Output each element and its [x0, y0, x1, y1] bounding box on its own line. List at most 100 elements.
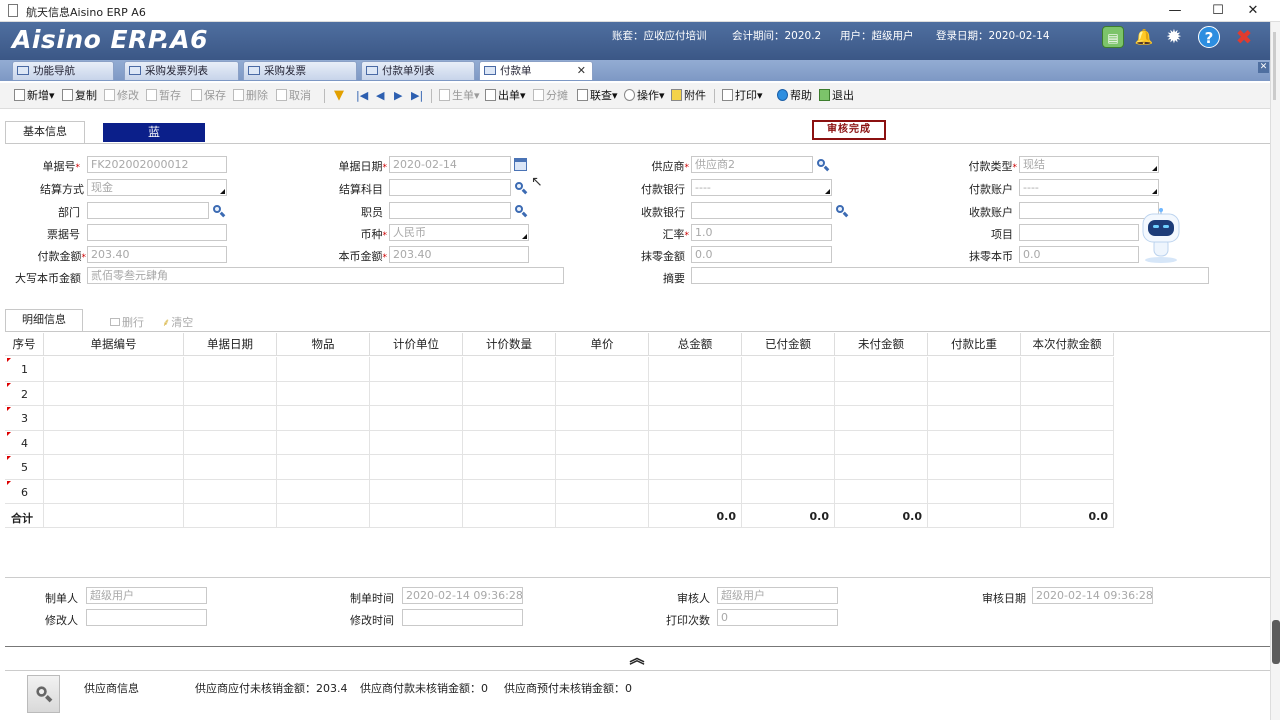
- make-time-field[interactable]: 2020-02-14 09:36:28: [402, 587, 523, 604]
- grid-cell[interactable]: [742, 455, 835, 480]
- grid-cell[interactable]: [556, 430, 649, 455]
- grid-cell[interactable]: [742, 479, 835, 504]
- grid-cell[interactable]: [184, 455, 277, 480]
- round-amount-field[interactable]: 0.0: [691, 246, 832, 263]
- grid-cell[interactable]: [556, 479, 649, 504]
- pay-amount-field[interactable]: 203.40: [87, 246, 227, 263]
- grid-cell[interactable]: [44, 430, 184, 455]
- column-header[interactable]: 总金额: [649, 333, 742, 356]
- column-header[interactable]: 未付金额: [835, 333, 928, 356]
- tab-basic-info[interactable]: 基本信息: [5, 121, 85, 143]
- next-record-icon[interactable]: ▶: [394, 87, 402, 105]
- bell-icon[interactable]: 🔔: [1133, 26, 1155, 48]
- filter-icon[interactable]: ▼: [334, 87, 344, 105]
- pay-type-select[interactable]: 现结: [1019, 156, 1159, 173]
- grid-cell[interactable]: [649, 430, 742, 455]
- grid-cell[interactable]: [370, 357, 463, 382]
- grid-cell[interactable]: [277, 406, 370, 431]
- grid-cell[interactable]: [928, 479, 1021, 504]
- tab-payment-list[interactable]: 付款单列表: [361, 61, 475, 80]
- grid-cell[interactable]: [556, 455, 649, 480]
- close-all-tabs-icon[interactable]: ✕: [1258, 62, 1269, 73]
- column-header[interactable]: 本次付款金额: [1021, 333, 1114, 356]
- grid-cell[interactable]: [1021, 479, 1114, 504]
- close-tab-icon[interactable]: ✕: [577, 62, 586, 80]
- modify-time-field[interactable]: [402, 609, 523, 626]
- delete-button[interactable]: 删除: [233, 87, 268, 105]
- summary-field[interactable]: [691, 267, 1209, 284]
- round-local-field[interactable]: 0.0: [1019, 246, 1139, 263]
- grid-cell[interactable]: [370, 406, 463, 431]
- minimize-button[interactable]: —: [1160, 2, 1190, 20]
- grid-cell[interactable]: [463, 479, 556, 504]
- grid-cell[interactable]: [649, 381, 742, 406]
- exit-button[interactable]: 退出: [819, 87, 854, 105]
- assistant-robot-icon[interactable]: [1138, 208, 1184, 264]
- grid-cell[interactable]: [556, 381, 649, 406]
- grid-cell[interactable]: [1021, 381, 1114, 406]
- grid-cell[interactable]: [556, 357, 649, 382]
- grid-cell[interactable]: [44, 455, 184, 480]
- settle-method-select[interactable]: 现金: [87, 179, 227, 196]
- column-header[interactable]: 单据编号: [44, 333, 184, 356]
- grid-cell[interactable]: [835, 430, 928, 455]
- grid-cell[interactable]: [184, 479, 277, 504]
- staff-lookup-icon[interactable]: [514, 204, 528, 218]
- maker-field[interactable]: 超级用户: [86, 587, 207, 604]
- temp-save-button[interactable]: 暂存: [146, 87, 181, 105]
- maximize-button[interactable]: ☐: [1203, 2, 1233, 20]
- local-amount-field[interactable]: 203.40: [389, 246, 529, 263]
- grid-cell[interactable]: [370, 455, 463, 480]
- link-query-button[interactable]: 联查▾: [577, 87, 618, 105]
- auditor-field[interactable]: 超级用户: [717, 587, 838, 604]
- generate-button[interactable]: 生单▾: [439, 87, 480, 105]
- column-header[interactable]: 单价: [556, 333, 649, 356]
- column-header[interactable]: 已付金额: [742, 333, 835, 356]
- calendar-icon[interactable]: [514, 158, 527, 171]
- grid-cell[interactable]: [184, 406, 277, 431]
- grid-cell[interactable]: [835, 455, 928, 480]
- grid-cell[interactable]: [928, 406, 1021, 431]
- doc-no-field[interactable]: FK202002000012: [87, 156, 227, 173]
- tab-payment[interactable]: 付款单 ✕: [479, 61, 593, 80]
- settle-subject-field[interactable]: [389, 179, 511, 196]
- grid-cell[interactable]: [1021, 406, 1114, 431]
- grid-cell[interactable]: [928, 381, 1021, 406]
- dept-field[interactable]: [87, 202, 209, 219]
- last-record-icon[interactable]: ▶|: [411, 87, 423, 105]
- prev-record-icon[interactable]: ◀: [376, 87, 384, 105]
- grid-cell[interactable]: [1021, 357, 1114, 382]
- rate-field[interactable]: 1.0: [691, 224, 832, 241]
- tab-detail-info[interactable]: 明细信息: [5, 309, 83, 331]
- grid-cell[interactable]: [184, 381, 277, 406]
- grid-cell[interactable]: [184, 430, 277, 455]
- operate-button[interactable]: 操作▾: [624, 87, 665, 105]
- audit-date-field[interactable]: 2020-02-14 09:36:28: [1032, 587, 1153, 604]
- grid-cell[interactable]: [649, 406, 742, 431]
- collapse-up-icon[interactable]: ︽: [624, 650, 650, 666]
- split-button[interactable]: 分摊: [533, 87, 568, 105]
- pay-account-select[interactable]: ----: [1019, 179, 1159, 196]
- grid-cell[interactable]: [742, 357, 835, 382]
- grid-cell[interactable]: [44, 381, 184, 406]
- recv-bank-lookup-icon[interactable]: [835, 204, 849, 218]
- column-header[interactable]: 计价单位: [370, 333, 463, 356]
- tab-function-nav[interactable]: 功能导航: [12, 61, 114, 80]
- grid-cell[interactable]: [463, 357, 556, 382]
- exit-icon[interactable]: ✖: [1233, 26, 1255, 48]
- close-window-button[interactable]: ✕: [1238, 2, 1268, 20]
- supplier-lookup-button[interactable]: [27, 675, 60, 713]
- grid-cell[interactable]: [370, 381, 463, 406]
- column-header[interactable]: 计价数量: [463, 333, 556, 356]
- grid-cell[interactable]: [463, 455, 556, 480]
- grid-cell[interactable]: [742, 406, 835, 431]
- grid-cell[interactable]: [277, 381, 370, 406]
- uppercase-amount-field[interactable]: 贰佰零叁元肆角: [87, 267, 564, 284]
- grid-cell[interactable]: [835, 357, 928, 382]
- column-header[interactable]: 单据日期: [184, 333, 277, 356]
- grid-cell[interactable]: [649, 455, 742, 480]
- grid-cell[interactable]: [277, 479, 370, 504]
- grid-cell[interactable]: [835, 406, 928, 431]
- column-header[interactable]: 序号: [5, 333, 44, 356]
- grid-cell[interactable]: [742, 430, 835, 455]
